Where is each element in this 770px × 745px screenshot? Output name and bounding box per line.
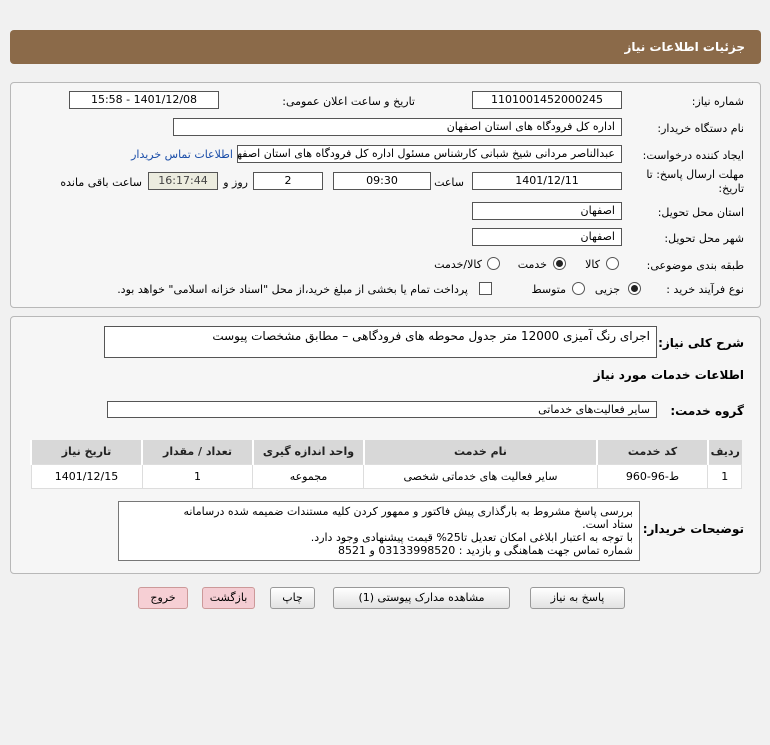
process-radio-medium[interactable] [572,282,585,295]
announce-date-label: تاریخ و ساعت اعلان عمومی: [282,95,415,108]
province-label: استان محل تحویل: [657,206,744,219]
buyer-notes-line: با توجه به اعتبار ابلاغی امکان تعدیل تا2… [310,531,633,544]
category-radio-service[interactable] [553,257,566,270]
buyer-notes-label: توضیحات خریدار: [642,522,744,536]
col-row: ردیف [706,440,742,464]
days-label: روز و [223,176,248,189]
exit-button[interactable]: خروج [138,587,188,609]
print-button[interactable]: چاپ [270,587,315,609]
buyer-notes-line: ستاد است. [582,518,633,531]
buyer-notes-line: شماره تماس جهت هماهنگی و بازدید : 031339… [338,544,633,557]
deadline-time-field: 09:30 [333,172,431,190]
services-table: ردیف کد خدمت نام خدمت واحد اندازه گیری ت… [29,440,742,489]
page-title-bar: جزئیات اطلاعات نیاز [10,30,761,64]
cell-quantity: 1 [141,463,254,489]
service-group-label: گروه خدمت: [670,404,744,418]
category-label: طبقه بندی موضوعی: [646,259,744,272]
col-unit: واحد اندازه گیری [251,440,364,464]
col-need-date: تاریخ نیاز [29,440,143,464]
service-group-field: سایر فعالیت‌های خدماتی [107,401,657,418]
process-radio-minor[interactable] [628,282,641,295]
buyer-notes-field: بررسی پاسخ مشروط به بارگذاری پیش فاکتور … [118,501,640,561]
city-field: اصفهان [472,228,622,246]
remaining-time-field: 16:17:44 [148,172,218,190]
need-number-field: 1101001452000245 [472,91,622,109]
buyer-contact-link[interactable]: اطلاعات تماس خریدار [131,148,233,161]
table-header-row: ردیف کد خدمت نام خدمت واحد اندازه گیری ت… [29,440,742,464]
category-radio-goods[interactable] [606,257,619,270]
category-radio-goods-service[interactable] [487,257,500,270]
summary-field: اجرای رنگ آمیزی 12000 متر جدول محوطه های… [104,326,657,358]
services-heading: اطلاعات خدمات مورد نیاز [593,368,744,382]
back-button[interactable]: بازگشت [202,587,255,609]
deadline-label-date: تاریخ: [718,182,744,195]
cell-row: 1 [707,463,742,489]
days-remaining-field: 2 [253,172,323,190]
reply-button[interactable]: پاسخ به نیاز [530,587,625,609]
treasury-note: پرداخت تمام یا بخشی از مبلغ خرید،از محل … [117,283,468,296]
deadline-label: مهلت ارسال پاسخ: تا [646,168,744,181]
creator-field: عبدالناصر مردانی شیخ شبانی کارشناس مسئول… [237,145,622,163]
process-medium-label: متوسط [531,283,566,296]
need-info-panel [10,82,761,308]
buyer-org-label: نام دستگاه خریدار: [657,122,744,135]
table-row: 1 ط-96-960 سایر فعالیت های خدماتی شخصی م… [30,463,742,489]
process-label: نوع فرآیند خرید : [666,283,744,296]
col-quantity: تعداد / مقدار [141,440,253,464]
page-title: جزئیات اطلاعات نیاز [624,40,745,54]
creator-label: ایجاد کننده درخواست: [642,149,744,162]
province-field: اصفهان [472,202,622,220]
city-label: شهر محل تحویل: [664,232,744,245]
cell-unit: مجموعه [252,463,365,489]
buyer-org-field: اداره کل فرودگاه های استان اصفهان [173,118,622,136]
cell-need-date: 1401/12/15 [30,463,143,489]
deadline-date-field: 1401/12/11 [472,172,622,190]
remaining-label: ساعت باقی مانده [60,176,142,189]
process-minor-label: جزیی [594,283,620,296]
col-service-code: کد خدمت [596,440,708,464]
category-goods-service-label: کالا/خدمت [434,258,482,271]
col-service-name: نام خدمت [362,440,597,464]
summary-label: شرح کلی نیاز: [658,336,744,350]
buyer-notes-line: بررسی پاسخ مشروط به بارگذاری پیش فاکتور … [183,505,633,518]
view-documents-button[interactable]: مشاهده مدارک پیوستی (1) [333,587,510,609]
cell-service-code: ط-96-960 [596,463,709,489]
announce-date-field: 1401/12/08 - 15:58 [69,91,219,109]
category-goods-label: کالا [585,258,600,271]
need-number-label: شماره نیاز: [691,95,744,108]
deadline-time-label: ساعت [434,176,464,189]
category-service-label: خدمت [517,258,547,271]
cell-service-name: سایر فعالیت های خدماتی شخصی [363,463,598,489]
treasury-checkbox[interactable] [479,282,492,295]
